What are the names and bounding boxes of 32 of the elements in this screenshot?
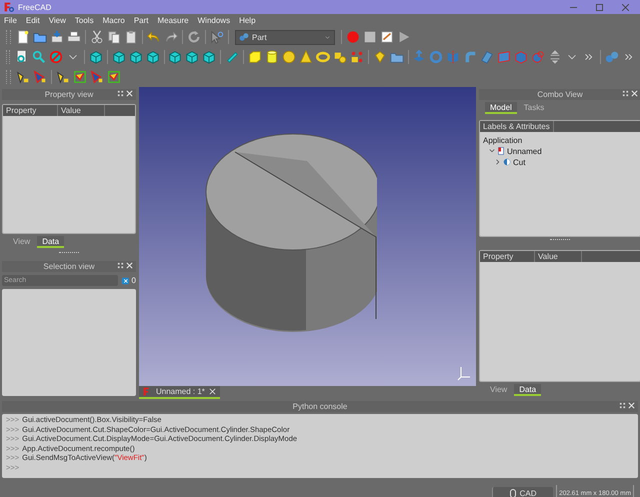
column-header: Property xyxy=(480,251,535,262)
navigation-style-button[interactable]: CAD xyxy=(492,486,554,497)
menu-item[interactable]: Edit xyxy=(26,16,40,25)
menu-item[interactable]: Macro xyxy=(102,16,125,25)
menu-item[interactable]: Part xyxy=(134,16,148,25)
workbench-dropdown[interactable]: Part xyxy=(235,30,335,44)
selection-count: 0 xyxy=(132,276,136,285)
column-header: Value xyxy=(58,105,105,116)
panel-header: Python console xyxy=(2,401,638,412)
panel-tab[interactable]: Data xyxy=(37,236,64,248)
column-header: Labels & Attributes xyxy=(480,121,554,132)
menu-item[interactable]: File xyxy=(4,16,17,25)
window-title: FreeCAD xyxy=(18,2,52,12)
panel-tab[interactable]: View xyxy=(485,384,512,396)
column-header: Property xyxy=(3,105,58,116)
panel-tab[interactable]: Data xyxy=(514,384,542,396)
tree-item[interactable]: Application xyxy=(483,136,522,144)
panel-header: Combo View xyxy=(479,89,640,100)
panel-header: Selection view xyxy=(2,261,136,272)
menu-item[interactable]: View xyxy=(48,16,66,25)
panel-tab[interactable]: Tasks xyxy=(518,102,550,114)
menu-item[interactable]: Tools xyxy=(74,16,94,25)
menu-item[interactable]: Help xyxy=(239,16,256,25)
menu-item[interactable]: Measure xyxy=(157,16,189,25)
column-header: Value xyxy=(535,251,582,262)
document-tab[interactable]: Unnamed : 1* xyxy=(139,386,220,399)
panel-tab[interactable]: View xyxy=(8,236,36,248)
tree-item[interactable]: Cut xyxy=(513,158,526,166)
menu-item[interactable]: Windows xyxy=(198,16,230,25)
panel-tab[interactable]: Model xyxy=(485,102,517,114)
tree-item[interactable]: Unnamed xyxy=(507,146,542,156)
panel-header: Property view xyxy=(2,89,136,100)
